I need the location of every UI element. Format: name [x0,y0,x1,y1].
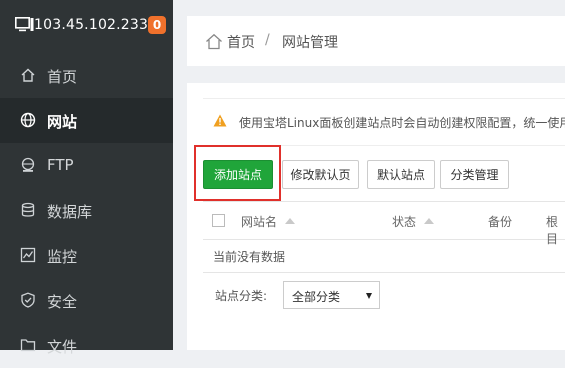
sidebar-item-monitor[interactable]: 监控 [0,233,173,278]
column-header-status[interactable]: 状态 [392,213,435,230]
monitor-icon [15,17,34,32]
breadcrumb-separator: / [265,32,270,48]
category-filter-label: 站点分类: [215,289,268,303]
breadcrumb: 首页 / 网站管理 [187,16,565,66]
sort-icon [424,218,435,224]
home-icon [21,68,35,82]
default-site-button[interactable]: 默认站点 [367,160,435,189]
table-header: 网站名 状态 备份 根目 [203,201,565,246]
highlight-box [194,145,281,201]
home-icon [206,33,222,50]
sidebar-item-label: 首页 [47,68,78,86]
column-header-site-name[interactable]: 网站名 [241,213,296,230]
database-icon [21,202,35,217]
sidebar: 103.45.102.233 0 首页 网站 FTP 数据库 监控 安全 文件 [0,0,173,356]
sidebar-item-label: 安全 [47,293,78,311]
empty-text: 当前没有数据 [213,250,286,264]
shield-icon [21,292,35,308]
sidebar-item-label: 数据库 [47,203,93,221]
sidebar-item-home[interactable]: 首页 [0,53,173,98]
notice-text: 使用宝塔Linux面板创建站点时会自动创建权限配置，统一使用 [239,116,565,130]
sidebar-item-website[interactable]: 网站 [0,98,173,143]
globe-icon [20,112,36,128]
notice-bar: 使用宝塔Linux面板创建站点时会自动创建权限配置，统一使用 [203,98,565,146]
breadcrumb-home-link[interactable]: 首页 [227,32,255,52]
monitor-chart-icon [20,247,36,263]
sidebar-item-label: 文件 [47,338,78,356]
sidebar-item-security[interactable]: 安全 [0,278,173,323]
category-manage-button[interactable]: 分类管理 [440,160,509,189]
server-ip: 103.45.102.233 [34,17,149,33]
folder-icon [20,339,36,352]
chevron-down-icon [366,293,372,299]
notification-badge[interactable]: 0 [148,16,166,34]
ftp-icon [21,157,35,172]
sidebar-item-label: 网站 [47,113,78,131]
edit-default-page-button[interactable]: 修改默认页 [282,160,359,189]
sidebar-item-database[interactable]: 数据库 [0,188,173,233]
sidebar-item-label: 监控 [47,248,78,266]
sidebar-item-files[interactable]: 文件 [0,323,173,368]
table-empty-row: 当前没有数据 [203,239,565,273]
category-select[interactable]: 全部分类 [283,281,380,309]
sidebar-item-ftp[interactable]: FTP [0,143,173,188]
select-all-checkbox[interactable] [212,214,225,227]
column-header-backup: 备份 [488,215,513,229]
warning-icon [213,114,227,127]
server-header: 103.45.102.233 0 [0,0,173,52]
sort-icon [285,218,296,224]
breadcrumb-current: 网站管理 [282,35,338,51]
category-select-value: 全部分类 [292,290,341,304]
sidebar-item-label: FTP [47,156,74,174]
